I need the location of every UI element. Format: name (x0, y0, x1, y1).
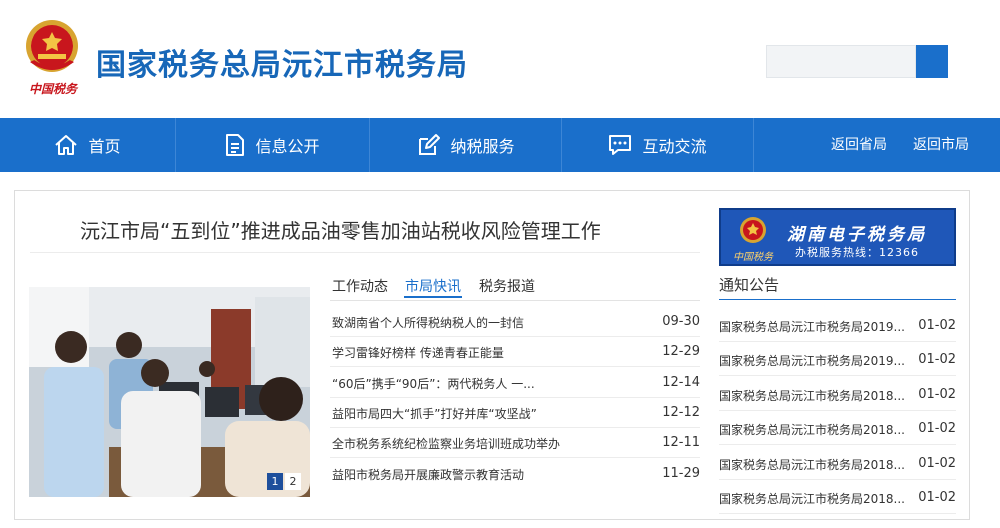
news-title: 全市税务系统纪检监察业务培训班成功举办 (332, 437, 561, 451)
notice-item[interactable]: 国家税务总局沅江市税务局2018... 01-02 (719, 456, 956, 486)
headline-link[interactable]: 沅江市局“五到位”推进成品油零售加油站税收风险管理工作 (80, 215, 601, 244)
notice-title: 国家税务总局沅江市税务局2019... (719, 354, 905, 368)
notice-title: 国家税务总局沅江市税务局2019... (719, 320, 905, 334)
news-item[interactable]: “60后”携手“90后”：两代税务人 一... 12-14 (332, 375, 700, 405)
tabs-divider (330, 300, 700, 301)
notices-heading: 通知公告 (719, 276, 780, 294)
notice-title: 国家税务总局沅江市税务局2018... (719, 492, 905, 506)
banner-title: 湖南电子税务局 (787, 225, 927, 245)
site-title: 国家税务总局沅江市税务局 (96, 48, 468, 83)
search-input[interactable] (766, 45, 916, 78)
news-item[interactable]: 致湖南省个人所得税纳税人的一封信 09-30 (332, 314, 700, 344)
notice-divider (719, 513, 956, 514)
news-title: 益阳市局四大“抓手”打好并库“攻坚战” (332, 407, 537, 421)
news-divider (330, 457, 700, 458)
home-icon (55, 135, 78, 155)
notice-divider (719, 410, 956, 411)
nav-item-tax-service[interactable]: 纳税服务 (370, 118, 562, 172)
nav-item-info-disclosure[interactable]: 信息公开 (176, 118, 370, 172)
news-title: “60后”携手“90后”：两代税务人 一... (332, 377, 535, 391)
news-photo (29, 287, 310, 497)
headline-divider (30, 252, 700, 253)
main-nav: 首页 信息公开 纳税服务 互动交流 返回省局 返回市局 (0, 118, 1000, 172)
news-date: 12-11 (662, 435, 700, 450)
news-date: 12-12 (662, 405, 700, 420)
notice-date: 01-02 (918, 318, 956, 333)
notice-date: 01-02 (918, 387, 956, 402)
notice-item[interactable]: 国家税务总局沅江市税务局2019... 01-02 (719, 352, 956, 382)
notice-item[interactable]: 国家税务总局沅江市税务局2018... 01-02 (719, 421, 956, 451)
chat-icon (609, 135, 632, 155)
news-date: 09-30 (662, 314, 700, 329)
news-date: 11-29 (662, 466, 700, 481)
news-title: 致湖南省个人所得税纳税人的一封信 (332, 316, 525, 330)
news-date: 12-29 (662, 344, 700, 359)
notice-item[interactable]: 国家税务总局沅江市税务局2018... 01-02 (719, 490, 956, 520)
news-item[interactable]: 全市税务系统纪检监察业务培训班成功举办 12-11 (332, 435, 700, 465)
notice-item[interactable]: 国家税务总局沅江市税务局2018... 01-02 (719, 387, 956, 417)
notice-divider (719, 444, 956, 445)
nav-label-tax-service: 纳税服务 (450, 137, 515, 156)
tab-work-news[interactable]: 工作动态 (332, 276, 388, 296)
site-header: 中国税务 国家税务总局沅江市税务局 (0, 0, 1000, 118)
tab-tax-reports[interactable]: 税务报道 (479, 276, 535, 296)
tax-emblem-logo[interactable]: 中国税务 (20, 16, 84, 98)
edit-icon (419, 134, 441, 155)
news-photo-slider[interactable] (29, 287, 310, 497)
banner-hotline: 办税服务热线：12366 (795, 246, 919, 259)
news-title: 益阳市税务局开展廉政警示教育活动 (332, 468, 525, 482)
nav-item-home[interactable]: 首页 (0, 118, 176, 172)
tax-emblem-icon (740, 217, 766, 243)
news-item[interactable]: 益阳市局四大“抓手”打好并库“攻坚战” 12-12 (332, 405, 700, 435)
slider-pagination: 1 2 (267, 473, 301, 490)
active-tab-indicator (404, 296, 462, 298)
tab-city-bureau-news[interactable]: 市局快讯 (405, 276, 461, 296)
news-divider (330, 427, 700, 428)
notice-date: 01-02 (918, 421, 956, 436)
notice-title: 国家税务总局沅江市税务局2018... (719, 389, 905, 403)
notice-date: 01-02 (918, 456, 956, 471)
news-divider (330, 397, 700, 398)
notice-divider (719, 375, 956, 376)
notice-divider (719, 479, 956, 480)
slider-page-1[interactable]: 1 (267, 473, 283, 490)
nav-item-interaction[interactable]: 互动交流 (562, 118, 754, 172)
return-province-link[interactable]: 返回省局 (831, 118, 887, 172)
nav-label-interaction: 互动交流 (642, 137, 707, 156)
notice-item[interactable]: 国家税务总局沅江市税务局2019... 01-02 (719, 318, 956, 348)
nav-label-home: 首页 (88, 137, 121, 156)
slider-page-2[interactable]: 2 (285, 473, 301, 490)
emblem-icon (26, 20, 78, 72)
news-item[interactable]: 学习雷锋好榜样 传递青春正能量 12-29 (332, 344, 700, 374)
banner-logo-text: 中国税务 (733, 252, 773, 263)
notice-title: 国家税务总局沅江市税务局2018... (719, 423, 905, 437)
search-button[interactable] (916, 45, 948, 78)
notice-date: 01-02 (918, 352, 956, 367)
notices-divider (719, 299, 956, 300)
news-divider (330, 366, 700, 367)
return-city-link[interactable]: 返回市局 (913, 118, 969, 172)
notice-divider (719, 341, 956, 342)
news-item[interactable]: 益阳市税务局开展廉政警示教育活动 11-29 (332, 466, 700, 496)
notice-date: 01-02 (918, 490, 956, 505)
nav-label-info-disclosure: 信息公开 (255, 137, 320, 156)
news-title: 学习雷锋好榜样 传递青春正能量 (332, 346, 504, 360)
notice-title: 国家税务总局沅江市税务局2018... (719, 458, 905, 472)
e-tax-bureau-banner[interactable]: 中国税务 湖南电子税务局 办税服务热线：12366 (719, 208, 956, 266)
news-divider (330, 336, 700, 337)
emblem-caption: 中国税务 (28, 82, 77, 96)
news-date: 12-14 (662, 375, 700, 390)
document-icon (226, 134, 245, 156)
